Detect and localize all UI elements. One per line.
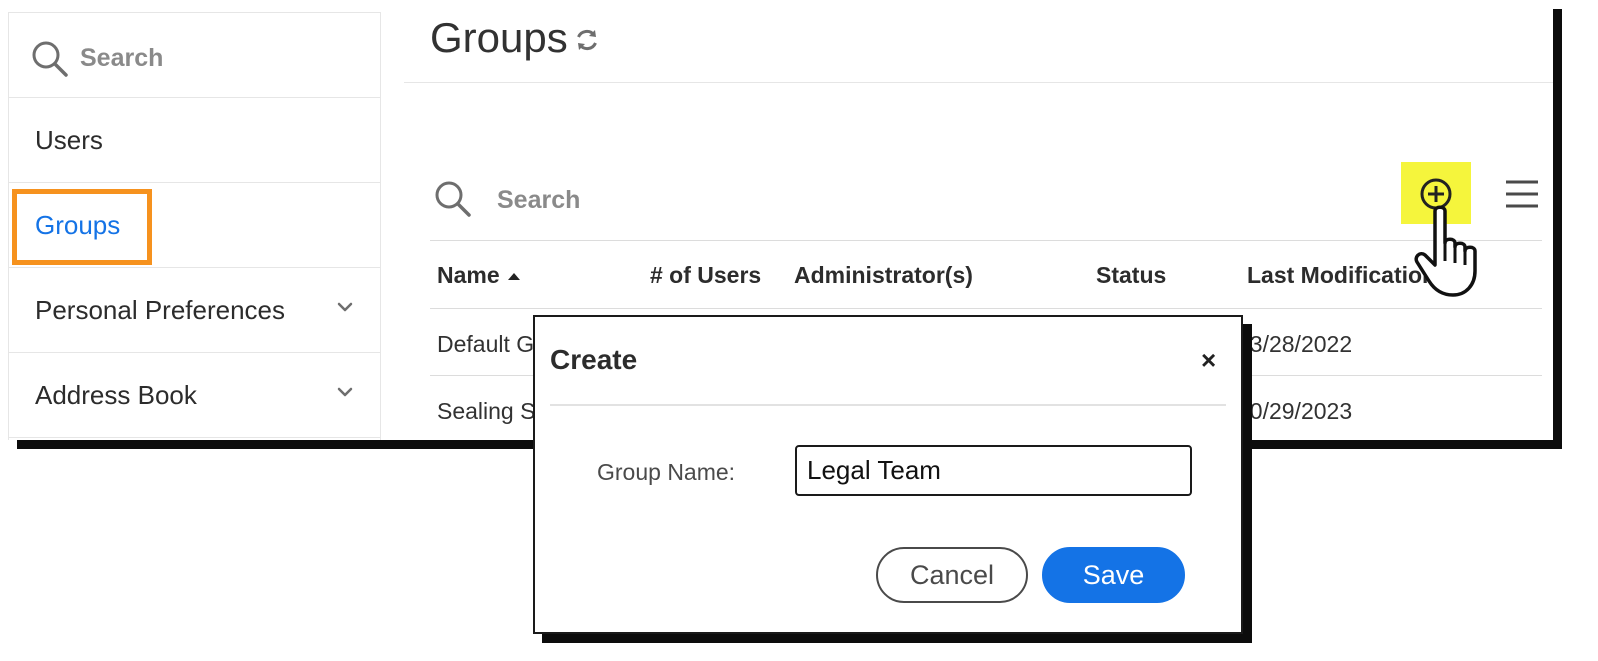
sidebar-item-users[interactable]: Users bbox=[9, 98, 380, 183]
sidebar-item-groups[interactable]: Groups bbox=[9, 183, 380, 268]
sidebar-search-placeholder: Search bbox=[80, 44, 164, 72]
group-name-label: Group Name: bbox=[597, 459, 736, 485]
page-title: Groups bbox=[430, 14, 568, 61]
hand-cursor-icon bbox=[1414, 205, 1477, 297]
sidebar-search[interactable]: Search bbox=[9, 13, 380, 98]
col-header-administrators[interactable]: Administrator(s) bbox=[794, 262, 973, 289]
group-name-input[interactable] bbox=[795, 445, 1192, 496]
dialog-title: Create bbox=[550, 344, 638, 375]
cancel-button[interactable]: Cancel bbox=[876, 547, 1028, 603]
sort-ascending-icon bbox=[507, 273, 520, 281]
create-group-dialog: Create × Group Name: Cancel Save bbox=[533, 315, 1243, 634]
sidebar: Search Users Groups Personal Preferences… bbox=[8, 12, 381, 440]
col-header-users[interactable]: # of Users bbox=[650, 262, 761, 289]
table-search-input[interactable]: Search bbox=[497, 186, 580, 215]
table-cell-last-modified: 03/28/2022 bbox=[1237, 331, 1353, 357]
col-header-last-modification[interactable]: Last Modification bbox=[1247, 262, 1436, 289]
col-header-status[interactable]: Status bbox=[1096, 262, 1166, 289]
table-top-rule bbox=[430, 240, 1542, 241]
search-icon[interactable] bbox=[434, 180, 472, 218]
chevron-down-icon bbox=[337, 302, 353, 312]
refresh-icon[interactable] bbox=[574, 27, 600, 53]
sidebar-item-address-book[interactable]: Address Book bbox=[9, 353, 380, 438]
dialog-divider bbox=[550, 404, 1226, 406]
header-divider bbox=[404, 82, 1553, 83]
save-button[interactable]: Save bbox=[1042, 547, 1185, 603]
table-cell-name[interactable]: Default G bbox=[437, 331, 534, 358]
chevron-down-icon bbox=[337, 387, 353, 397]
table-header-rule bbox=[430, 308, 1542, 309]
sidebar-item-personal-preferences[interactable]: Personal Preferences bbox=[9, 268, 380, 353]
col-header-name[interactable]: Name bbox=[437, 262, 520, 289]
hamburger-menu-icon[interactable] bbox=[1505, 179, 1539, 209]
sidebar-item-label: Groups bbox=[35, 210, 121, 240]
close-icon[interactable]: × bbox=[1201, 345, 1216, 376]
sidebar-item-label: Personal Preferences bbox=[35, 295, 286, 325]
search-icon bbox=[32, 41, 68, 77]
sidebar-item-label: Address Book bbox=[35, 380, 197, 410]
sidebar-item-label: Users bbox=[35, 125, 103, 155]
table-cell-last-modified: 10/29/2023 bbox=[1237, 398, 1353, 424]
table-cell-name[interactable]: Sealing Se bbox=[437, 398, 548, 425]
